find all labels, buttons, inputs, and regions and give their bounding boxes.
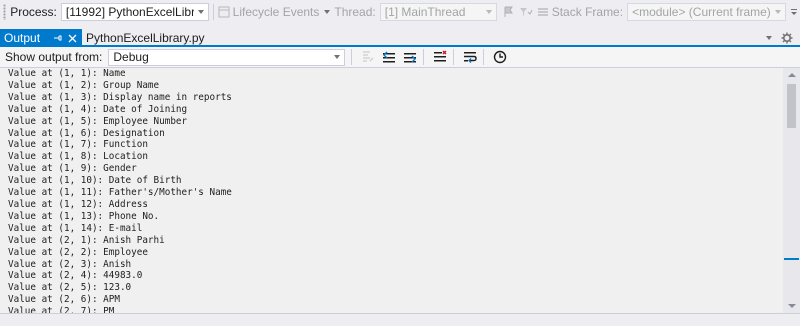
- tab-python-file-label: PythonExcelLibrary.py: [86, 31, 205, 45]
- output-line: Value at (1, 7): Function: [8, 139, 148, 151]
- output-line: Value at (2, 5): 123.0: [8, 282, 132, 294]
- thread-value: [1] MainThread: [384, 5, 466, 19]
- output-line: Value at (1, 6): Designation: [8, 127, 165, 139]
- scrollbar-thumb[interactable]: [787, 84, 796, 128]
- thread-filter-icon[interactable]: [519, 5, 533, 19]
- go-to-next-message-icon[interactable]: [401, 49, 419, 65]
- output-source-dropdown[interactable]: Debug: [108, 48, 346, 66]
- chevron-down-icon: [330, 50, 344, 65]
- process-label: Process:: [10, 5, 57, 19]
- toolbar-grip[interactable]: [3, 4, 7, 20]
- stack-frame-label: Stack Frame:: [551, 5, 624, 19]
- output-line: Value at (2, 1): Anish Parhi: [8, 234, 165, 246]
- chevron-down-icon: [771, 4, 785, 20]
- toolbar-separator: [453, 49, 455, 65]
- scroll-down-button[interactable]: [783, 299, 800, 313]
- tab-output-label: Output: [4, 31, 41, 45]
- find-message-in-code-icon[interactable]: [359, 49, 377, 65]
- clear-all-icon[interactable]: [431, 49, 449, 65]
- lifecycle-events-icon: [218, 5, 230, 19]
- stack-frame-value: <module> (Current frame): [632, 5, 771, 19]
- horizontal-scroll-region: [0, 313, 800, 326]
- chevron-down-icon: [194, 4, 208, 20]
- vertical-scrollbar[interactable]: [783, 68, 800, 313]
- tabstrip-right-controls: [762, 31, 794, 45]
- output-line: Value at (1, 12): Address: [8, 198, 148, 210]
- gear-icon[interactable]: [780, 31, 794, 45]
- stack-frame-dropdown[interactable]: <module> (Current frame): [627, 3, 786, 21]
- scroll-position-marker: [784, 258, 799, 260]
- output-source-value: Debug: [113, 50, 149, 64]
- output-line: Value at (1, 9): Gender: [8, 163, 137, 175]
- tab-dropdown-icon[interactable]: [762, 31, 776, 45]
- debug-location-toolbar: Process: [11992] PythonExcelLibrary.py L…: [0, 0, 800, 24]
- stack-frame-icon: [537, 5, 549, 19]
- show-output-from-label: Show output from:: [5, 50, 103, 64]
- output-line: Value at (1, 8): Location: [8, 151, 148, 163]
- process-dropdown[interactable]: [11992] PythonExcelLibrary.py: [60, 3, 209, 21]
- toolbar-separator: [423, 49, 425, 65]
- output-line: Value at (2, 2): Employee: [8, 246, 148, 258]
- output-line: Value at (1, 3): Display name in reports: [8, 91, 232, 103]
- output-header: Show output from: Debug: [0, 47, 800, 67]
- pin-icon[interactable]: [52, 32, 64, 44]
- scroll-up-button[interactable]: [783, 68, 800, 82]
- output-line: Value at (1, 10): Date of Birth: [8, 175, 182, 187]
- chevron-down-icon: [482, 4, 496, 20]
- output-line: Value at (2, 6): APM: [8, 294, 120, 306]
- flag-icon[interactable]: [503, 5, 515, 19]
- output-line: Value at (1, 1): Name: [8, 68, 126, 79]
- output-line: Value at (1, 11): Father's/Mother's Name: [8, 187, 232, 199]
- output-line: Value at (2, 7): PM: [8, 306, 115, 313]
- toggle-word-wrap-icon[interactable]: [461, 49, 479, 65]
- lifecycle-events-button[interactable]: Lifecycle Events: [233, 5, 320, 19]
- thread-label: Thread:: [334, 5, 376, 19]
- output-line: Value at (2, 3): Anish: [8, 258, 132, 270]
- output-line: Value at (1, 5): Employee Number: [8, 115, 188, 127]
- toolbar-separator: [351, 49, 353, 65]
- output-line: Value at (1, 4): Date of Joining: [8, 103, 188, 115]
- toolbar-overflow-icon[interactable]: [789, 5, 800, 19]
- toolbar-separator: [483, 49, 485, 65]
- output-text[interactable]: Value at (1, 1): Name Value at (1, 2): Gr…: [8, 68, 780, 313]
- output-pane[interactable]: Value at (1, 1): Name Value at (1, 2): Gr…: [0, 67, 800, 313]
- process-value: [11992] PythonExcelLibrary.py: [65, 5, 194, 19]
- go-to-previous-message-icon[interactable]: [380, 49, 398, 65]
- output-line: Value at (1, 2): Group Name: [8, 79, 160, 91]
- output-line: Value at (1, 14): E-mail: [8, 222, 143, 234]
- close-icon[interactable]: [66, 32, 78, 44]
- output-line: Value at (2, 4): 44983.0: [8, 270, 143, 282]
- toolbar-separator: [212, 4, 214, 20]
- chevron-down-icon: [323, 5, 331, 19]
- output-line: Value at (1, 13): Phone No.: [8, 210, 160, 222]
- thread-dropdown[interactable]: [1] MainThread: [379, 3, 497, 21]
- show-timestamps-icon[interactable]: [491, 49, 509, 65]
